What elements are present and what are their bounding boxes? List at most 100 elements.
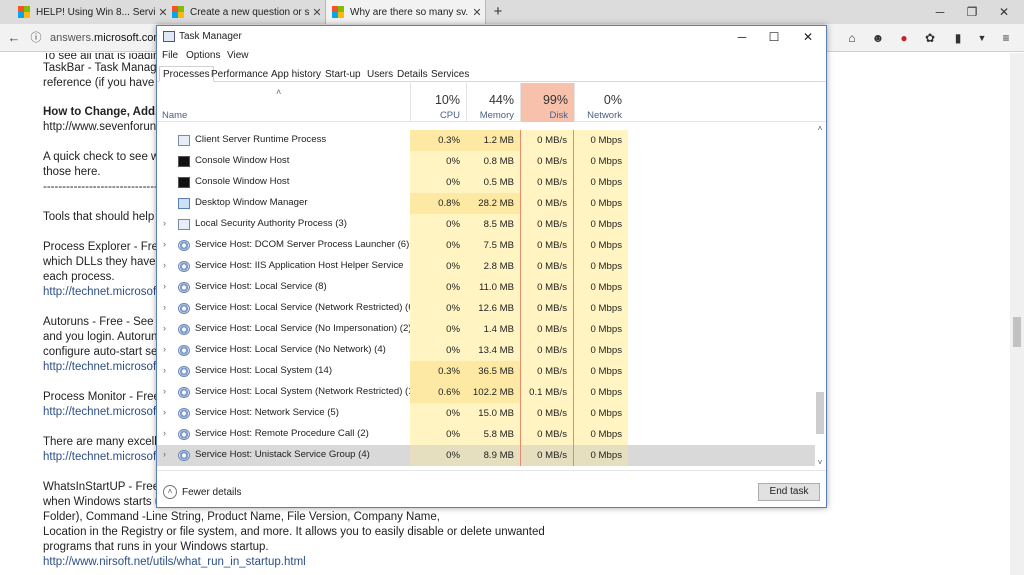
page-text-line: How to Change, Add,	[43, 106, 159, 118]
sort-caret-icon[interactable]: ˄	[276, 87, 281, 97]
tab-services[interactable]: Services	[427, 66, 473, 82]
expand-chevron-icon[interactable]: ›	[163, 449, 166, 459]
browser-tab-3[interactable]: Why are there so many sv... ✕	[326, 0, 486, 24]
minimize-icon[interactable]: ─	[727, 28, 757, 46]
browser-tab-2[interactable]: Create a new question or s... ✕	[166, 0, 326, 24]
page-link[interactable]: http://technet.microsof	[43, 360, 156, 374]
close-window-icon[interactable]: ✕	[988, 0, 1020, 24]
tab-app-history[interactable]: App history	[267, 66, 325, 82]
menu-bar: File Options View	[157, 48, 826, 64]
disk-cell: 0.1 MB/s	[520, 382, 574, 403]
microsoft-logo-icon	[18, 6, 30, 18]
page-scrollbar[interactable]	[1010, 53, 1024, 575]
disk-cell: 0 MB/s	[520, 193, 574, 214]
network-cell: 0 Mbps	[574, 424, 628, 445]
process-row[interactable]: › Service Host: IIS Application Host Help…	[157, 256, 815, 277]
process-row[interactable]: › Service Host: Local System (Network Res…	[157, 382, 815, 403]
service-gear-icon	[178, 240, 190, 251]
expand-chevron-icon[interactable]: ›	[163, 281, 166, 291]
process-row[interactable]: › Service Host: DCOM Server Process Launc…	[157, 235, 815, 256]
new-tab-button[interactable]: +	[488, 0, 508, 24]
column-network[interactable]: 0% Network	[574, 83, 628, 122]
maximize-icon[interactable]: ☐	[759, 28, 789, 46]
menu-view[interactable]: View	[227, 50, 249, 61]
process-name: Service Host: IIS Application Host Helpe…	[195, 260, 404, 271]
expand-chevron-icon[interactable]: ›	[163, 365, 166, 375]
expand-chevron-icon[interactable]: ›	[163, 323, 166, 333]
process-row[interactable]: › Service Host: Local Service (No Imperso…	[157, 319, 815, 340]
process-row[interactable]: Console Window Host 0% 0.8 MB 0 MB/s 0 Mbps	[157, 151, 815, 172]
process-row[interactable]: › Local Security Authority Process (3) 0% 8…	[157, 214, 815, 235]
menu-file[interactable]: File	[162, 50, 178, 61]
process-row[interactable]: › Service Host: Local System (14) 0.3% 36.5…	[157, 361, 815, 382]
expand-chevron-icon[interactable]: ›	[163, 428, 166, 438]
dropdown-arrow-icon[interactable]: ▼	[972, 28, 992, 48]
process-list-scrollbar-thumb[interactable]	[816, 392, 824, 434]
page-link[interactable]: http://technet.microsof	[43, 405, 156, 419]
back-arrow-icon[interactable]: ←	[4, 24, 24, 52]
column-memory[interactable]: 44% Memory	[466, 83, 520, 122]
process-name: Service Host: Local Service (Network Res…	[195, 302, 417, 313]
tab-processes[interactable]: Processes	[159, 66, 214, 82]
expand-chevron-icon[interactable]: ›	[163, 260, 166, 270]
close-icon[interactable]: ✕	[793, 28, 823, 46]
restore-window-icon[interactable]: ❐	[956, 0, 988, 24]
process-row[interactable]: › Service Host: Local Service (Network Re…	[157, 298, 815, 319]
page-link[interactable]: http://technet.microsof	[43, 450, 156, 464]
clipboard-icon[interactable]: ▮	[948, 28, 968, 48]
page-scrollbar-thumb[interactable]	[1013, 317, 1021, 347]
minimize-window-icon[interactable]: ─	[924, 0, 956, 24]
expand-chevron-icon[interactable]: ›	[163, 344, 166, 354]
tab-details[interactable]: Details	[393, 66, 432, 82]
tab-users[interactable]: Users	[363, 66, 397, 82]
scroll-up-arrow-icon[interactable]: ˄	[815, 124, 825, 134]
network-cell: 0 Mbps	[574, 130, 628, 151]
process-row[interactable]: Desktop Window Manager 0.8% 28.2 MB 0 MB/s 0…	[157, 193, 815, 214]
scroll-down-arrow-icon[interactable]: ˅	[815, 458, 825, 468]
process-row[interactable]: › Service Host: Local Service (8) 0% 11.0 M…	[157, 277, 815, 298]
expand-chevron-icon[interactable]: ›	[163, 218, 166, 228]
expand-chevron-icon[interactable]: ›	[163, 302, 166, 312]
expand-chevron-icon[interactable]: ›	[163, 386, 166, 396]
expand-chevron-icon[interactable]: ›	[163, 239, 166, 249]
menu-icon[interactable]: ≡	[996, 28, 1016, 48]
smiley-icon[interactable]: ☻	[868, 28, 888, 48]
process-icon	[178, 219, 190, 230]
network-cell: 0 Mbps	[574, 340, 628, 361]
service-gear-icon	[178, 261, 190, 272]
process-row[interactable]: › Service Host: Network Service (5) 0% 15.0…	[157, 403, 815, 424]
process-list-scrollbar[interactable]: ˄ ˅	[813, 122, 826, 470]
extension-icon[interactable]: ✿	[920, 28, 940, 48]
column-name[interactable]: Name	[162, 110, 187, 121]
process-row[interactable]: › Service Host: Unistack Service Group (4…	[157, 445, 815, 466]
url-field[interactable]: answers.microsoft.com	[50, 28, 170, 48]
process-name: Service Host: Local Service (No Network)…	[195, 344, 386, 355]
page-text-line: Autoruns - Free - See w	[43, 316, 166, 328]
process-row[interactable]: Client Server Runtime Process 0.3% 1.2 MB 0…	[157, 130, 815, 151]
memory-cell: 102.2 MB	[466, 382, 520, 403]
menu-options[interactable]: Options	[186, 50, 220, 61]
page-link[interactable]: http://www.nirsoft.net/utils/what_run_in…	[43, 555, 306, 569]
browser-tab-1[interactable]: HELP! Using Win 8... Servi... ✕	[12, 0, 172, 24]
info-icon[interactable]: ⓘ	[26, 24, 46, 52]
disk-label: Disk	[549, 110, 568, 121]
process-row[interactable]: › Service Host: Remote Procedure Call (2)…	[157, 424, 815, 445]
column-cpu[interactable]: 10% CPU	[410, 83, 466, 122]
home-icon[interactable]: ⌂	[842, 28, 862, 48]
process-row[interactable]: Console Window Host 0% 0.5 MB 0 MB/s 0 Mbps	[157, 172, 815, 193]
network-cell: 0 Mbps	[574, 214, 628, 235]
fewer-details-button[interactable]: ˄ Fewer details	[163, 485, 241, 499]
column-disk[interactable]: 99% Disk	[520, 83, 574, 122]
tab-performance[interactable]: Performance	[207, 66, 272, 82]
process-name: Service Host: Local System (Network Rest…	[195, 386, 423, 397]
network-cell: 0 Mbps	[574, 151, 628, 172]
expand-chevron-icon[interactable]: ›	[163, 407, 166, 417]
tab-start-up[interactable]: Start-up	[321, 66, 365, 82]
network-cell: 0 Mbps	[574, 319, 628, 340]
pinterest-icon[interactable]: ●	[894, 28, 914, 48]
close-tab-icon[interactable]: ✕	[469, 6, 485, 19]
page-link[interactable]: http://technet.microsof	[43, 285, 156, 299]
close-tab-icon[interactable]: ✕	[309, 6, 325, 19]
end-task-button[interactable]: End task	[758, 483, 820, 501]
process-row[interactable]: › Service Host: Local Service (No Network…	[157, 340, 815, 361]
